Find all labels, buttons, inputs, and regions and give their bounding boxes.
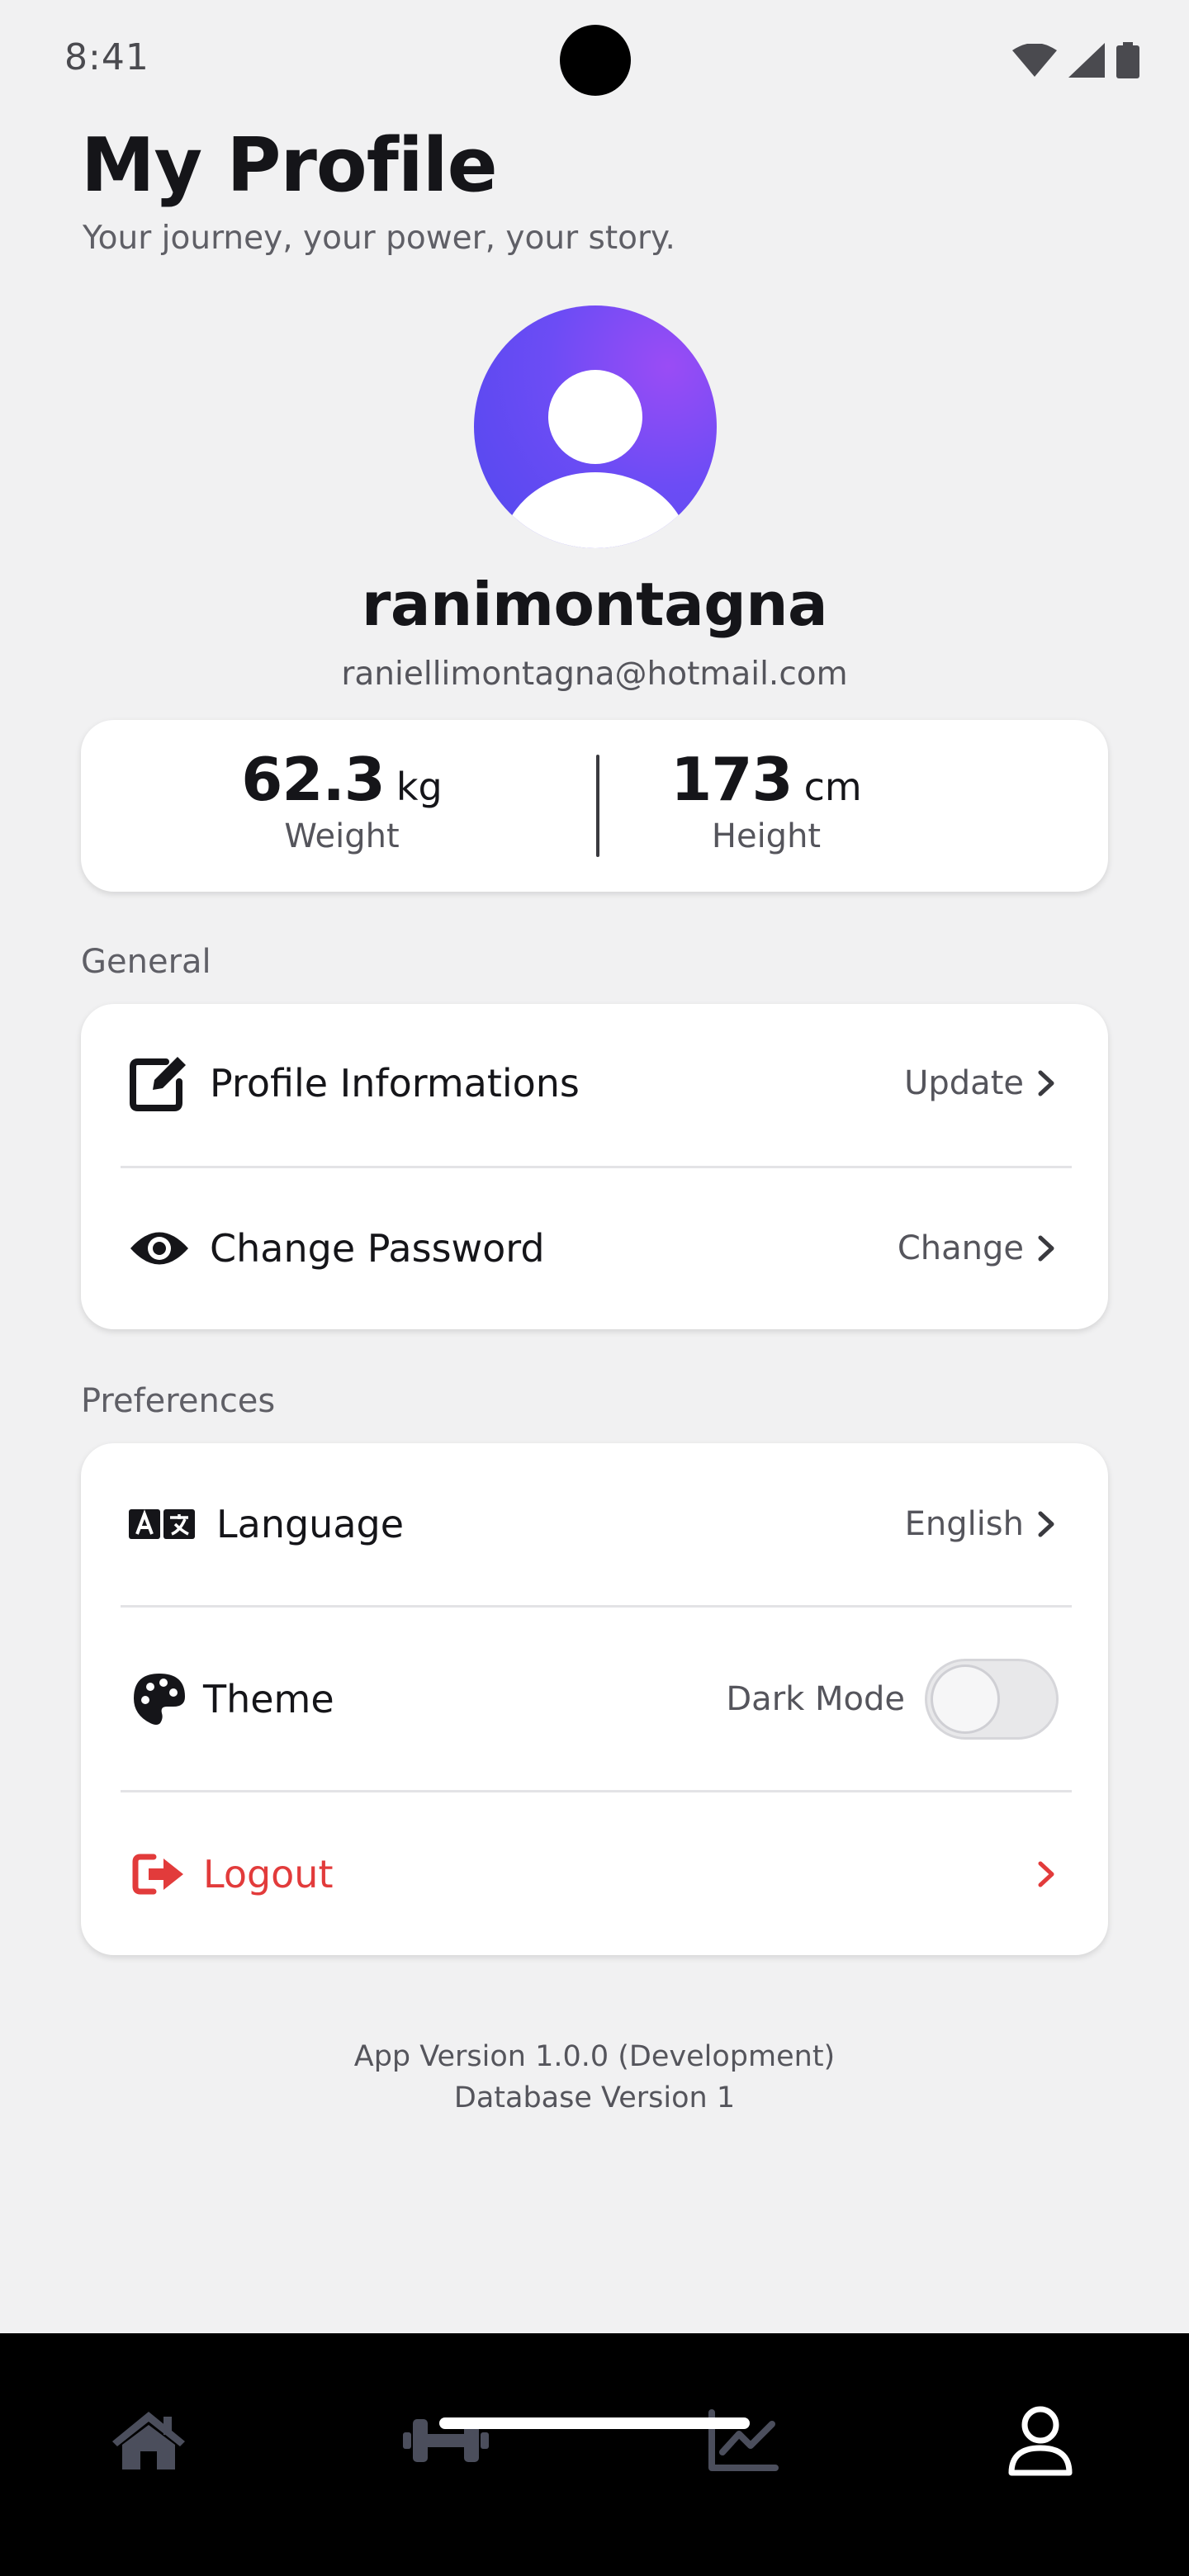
change-password-row[interactable]: Change Password Change (81, 1174, 1108, 1323)
database-version: Database Version 1 (453, 2081, 736, 2114)
section-label-preferences: Preferences (81, 1382, 276, 1420)
language-row[interactable]: Language English (81, 1450, 1108, 1598)
nav-progress[interactable] (694, 2391, 793, 2490)
toggle-knob (931, 1664, 1000, 1734)
change-password-label: Change Password (210, 1226, 545, 1271)
dark-mode-label: Dark Mode (726, 1680, 905, 1718)
height-unit: cm (803, 765, 862, 809)
height-stat: 173 cm Height (601, 745, 931, 855)
bottom-nav (0, 2333, 1189, 2576)
row-divider (121, 1166, 1072, 1168)
row-divider (121, 1790, 1072, 1792)
username: ranimontagna (361, 570, 828, 639)
home-indicator[interactable] (439, 2417, 750, 2429)
chevron-right-icon (1038, 1235, 1054, 1262)
language-value[interactable]: English (905, 1505, 1057, 1543)
user-icon (1008, 2406, 1073, 2476)
row-divider (121, 1605, 1072, 1608)
profile-informations-label: Profile Informations (210, 1061, 580, 1106)
page-title: My Profile (81, 122, 498, 209)
theme-label: Theme (203, 1677, 334, 1721)
nav-home[interactable] (99, 2391, 198, 2490)
status-icons (1012, 40, 1139, 81)
nav-profile[interactable] (991, 2391, 1090, 2490)
edit-icon (129, 1053, 190, 1114)
logout-label: Logout (203, 1852, 334, 1896)
weight-value: 62.3 (241, 745, 386, 814)
app-version: App Version 1.0.0 (Development) (353, 2040, 836, 2073)
translate-icon (129, 1494, 197, 1555)
avatar-head-shape (548, 370, 642, 464)
language-current: English (904, 1505, 1024, 1543)
weight-label: Weight (284, 817, 400, 855)
eye-icon (129, 1218, 190, 1279)
avatar[interactable] (474, 305, 717, 548)
status-bar: 8:41 (0, 0, 1189, 116)
stats-divider (596, 755, 599, 857)
change-label: Change (897, 1229, 1024, 1267)
logout-icon (129, 1844, 190, 1905)
wifi-icon (1012, 44, 1057, 77)
weight-unit: kg (396, 765, 443, 809)
height-label: Height (711, 817, 822, 855)
body-stats-card: 62.3 kg Weight 173 cm Height (81, 720, 1108, 892)
battery-icon (1116, 42, 1139, 78)
chevron-right-icon (1038, 1511, 1054, 1537)
avatar-body-shape (500, 472, 690, 548)
update-label: Update (904, 1064, 1024, 1102)
dark-mode-control: Dark Mode (726, 1659, 1059, 1740)
logout-chevron (1035, 1860, 1057, 1888)
weight-stat: 62.3 kg Weight (177, 745, 507, 855)
logout-row[interactable]: Logout (81, 1800, 1108, 1949)
chevron-right-icon (1038, 1070, 1054, 1096)
general-card: Profile Informations Update Change Passw… (81, 1004, 1108, 1329)
dark-mode-toggle[interactable] (925, 1659, 1059, 1740)
profile-informations-row[interactable]: Profile Informations Update (81, 1009, 1108, 1158)
nav-workouts[interactable] (396, 2391, 495, 2490)
page-subtitle: Your journey, your power, your story. (83, 220, 675, 257)
status-time: 8:41 (64, 36, 149, 78)
chevron-right-icon (1038, 1861, 1054, 1887)
user-email: raniellimontagna@hotmail.com (341, 656, 848, 693)
home-icon (112, 2412, 185, 2469)
update-link[interactable]: Update (904, 1064, 1057, 1102)
palette-icon (129, 1669, 190, 1730)
language-label: Language (216, 1502, 405, 1546)
height-value: 173 (670, 745, 793, 814)
signal-icon (1068, 43, 1105, 78)
change-link[interactable]: Change (898, 1229, 1057, 1267)
theme-row: Theme Dark Mode (81, 1625, 1108, 1773)
camera-cutout (560, 25, 631, 96)
preferences-card: Language English Theme Dark Mode Logout (81, 1443, 1108, 1955)
section-label-general: General (81, 943, 211, 981)
